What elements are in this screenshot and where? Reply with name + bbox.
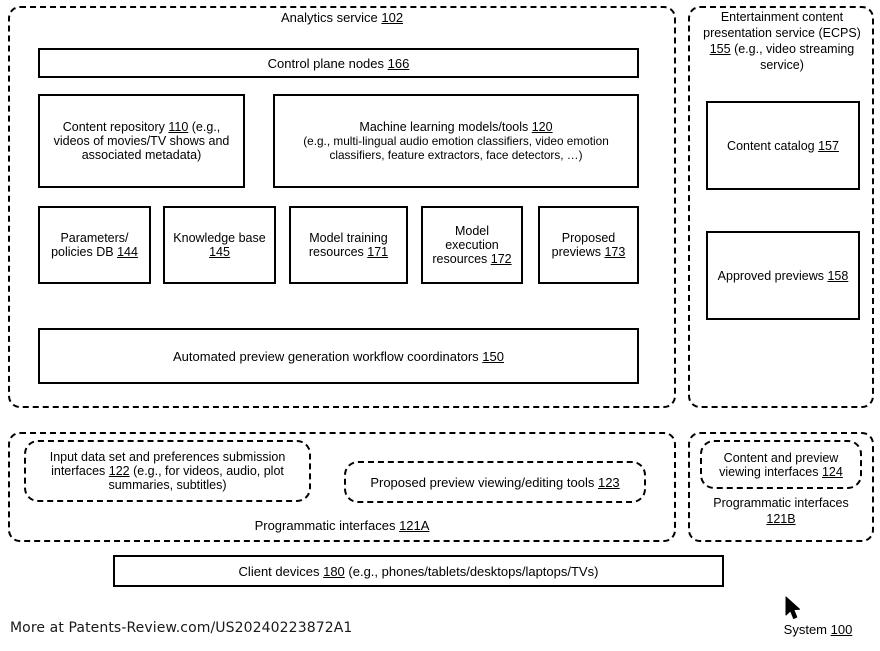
machine-learning-models-label: Machine learning models/tools 120 (e.g.,…: [303, 120, 609, 162]
model-execution-resources-label: Model execution resources 172: [432, 224, 512, 266]
control-plane-nodes-label: Control plane nodes 166: [267, 55, 410, 71]
client-devices-ref: 180: [323, 563, 345, 579]
programmatic-interfaces-121a-label: Programmatic interfaces 121A: [254, 518, 430, 533]
client-devices-label: Client devices 180 (e.g., phones/tablets…: [238, 563, 599, 579]
content-catalog-box: Content catalog 157: [706, 101, 860, 190]
analytics-service-title-ref: 102: [381, 10, 404, 25]
control-plane-nodes-box: Control plane nodes 166: [38, 48, 639, 78]
approved-previews-box: Approved previews 158: [706, 231, 860, 320]
model-execution-resources-ref: 172: [490, 252, 512, 266]
analytics-service-title: Analytics service 102: [8, 10, 676, 27]
client-devices-box: Client devices 180 (e.g., phones/tablets…: [113, 555, 724, 587]
system-label-ref: 100: [830, 622, 853, 637]
input-data-set-interfaces-label: Input data set and preferences submissio…: [49, 450, 286, 492]
model-training-resources-label: Model training resources 171: [308, 231, 389, 259]
programmatic-interfaces-121b-label: Programmatic interfaces 121B: [713, 496, 849, 526]
knowledge-base-ref: 145: [209, 245, 230, 259]
model-training-resources-box: Model training resources 171: [289, 206, 408, 284]
proposed-previews-ref: 173: [604, 245, 626, 259]
footer-source-link[interactable]: More at Patents-Review.com/US20240223872…: [10, 620, 352, 638]
workflow-coordinators-ref: 150: [482, 348, 504, 364]
content-repository-label: Content repository 110 (e.g., videos of …: [53, 120, 230, 162]
content-catalog-ref: 157: [818, 138, 839, 153]
approved-previews-ref: 158: [827, 268, 849, 283]
knowledge-base-box: Knowledge base 145: [163, 206, 276, 284]
parameters-policies-db-label: Parameters/ policies DB 144: [51, 231, 138, 259]
model-execution-resources-box: Model execution resources 172: [421, 206, 523, 284]
content-preview-viewing-interfaces-box: Content and preview viewing interfaces 1…: [700, 440, 862, 489]
content-catalog-label: Content catalog 157: [727, 138, 839, 153]
proposed-previews-box: Proposed previews 173: [538, 206, 639, 284]
parameters-policies-db-ref: 144: [117, 245, 138, 259]
programmatic-interfaces-121b-ref: 121B: [766, 512, 796, 526]
approved-previews-label: Approved previews 158: [717, 268, 849, 283]
knowledge-base-label: Knowledge base 145: [173, 231, 266, 259]
preview-viewing-editing-tools-label: Proposed preview viewing/editing tools 1…: [370, 474, 620, 490]
machine-learning-models-ref: 120: [531, 120, 553, 134]
content-preview-viewing-interfaces-ref: 124: [821, 464, 843, 479]
system-label: System 100: [783, 622, 853, 637]
programmatic-interfaces-121a-ref: 121A: [399, 518, 430, 533]
control-plane-nodes-ref: 166: [387, 55, 410, 71]
content-repository-ref: 110: [168, 120, 189, 134]
preview-viewing-editing-tools-ref: 123: [597, 474, 620, 490]
workflow-coordinators-label: Automated preview generation workflow co…: [173, 348, 504, 364]
figure-canvas: Analytics service 102 Control plane node…: [0, 0, 880, 651]
content-preview-viewing-interfaces-label: Content and preview viewing interfaces 1…: [719, 450, 843, 479]
input-data-set-interfaces-ref: 122: [108, 464, 130, 478]
workflow-coordinators-box: Automated preview generation workflow co…: [38, 328, 639, 384]
ecps-service-title: Entertainment content presentation servi…: [703, 10, 861, 72]
proposed-previews-label: Proposed previews 173: [551, 231, 626, 259]
parameters-policies-db-box: Parameters/ policies DB 144: [38, 206, 151, 284]
analytics-service-title-text: Analytics service: [280, 10, 382, 25]
machine-learning-models-box: Machine learning models/tools 120 (e.g.,…: [273, 94, 639, 188]
preview-viewing-editing-tools-box: Proposed preview viewing/editing tools 1…: [344, 461, 646, 503]
mouse-cursor-icon: [785, 596, 801, 619]
content-repository-box: Content repository 110 (e.g., videos of …: [38, 94, 245, 188]
input-data-set-interfaces-box: Input data set and preferences submissio…: [24, 440, 311, 502]
ecps-service-title-ref: 155: [709, 42, 731, 56]
model-training-resources-ref: 171: [367, 245, 389, 259]
